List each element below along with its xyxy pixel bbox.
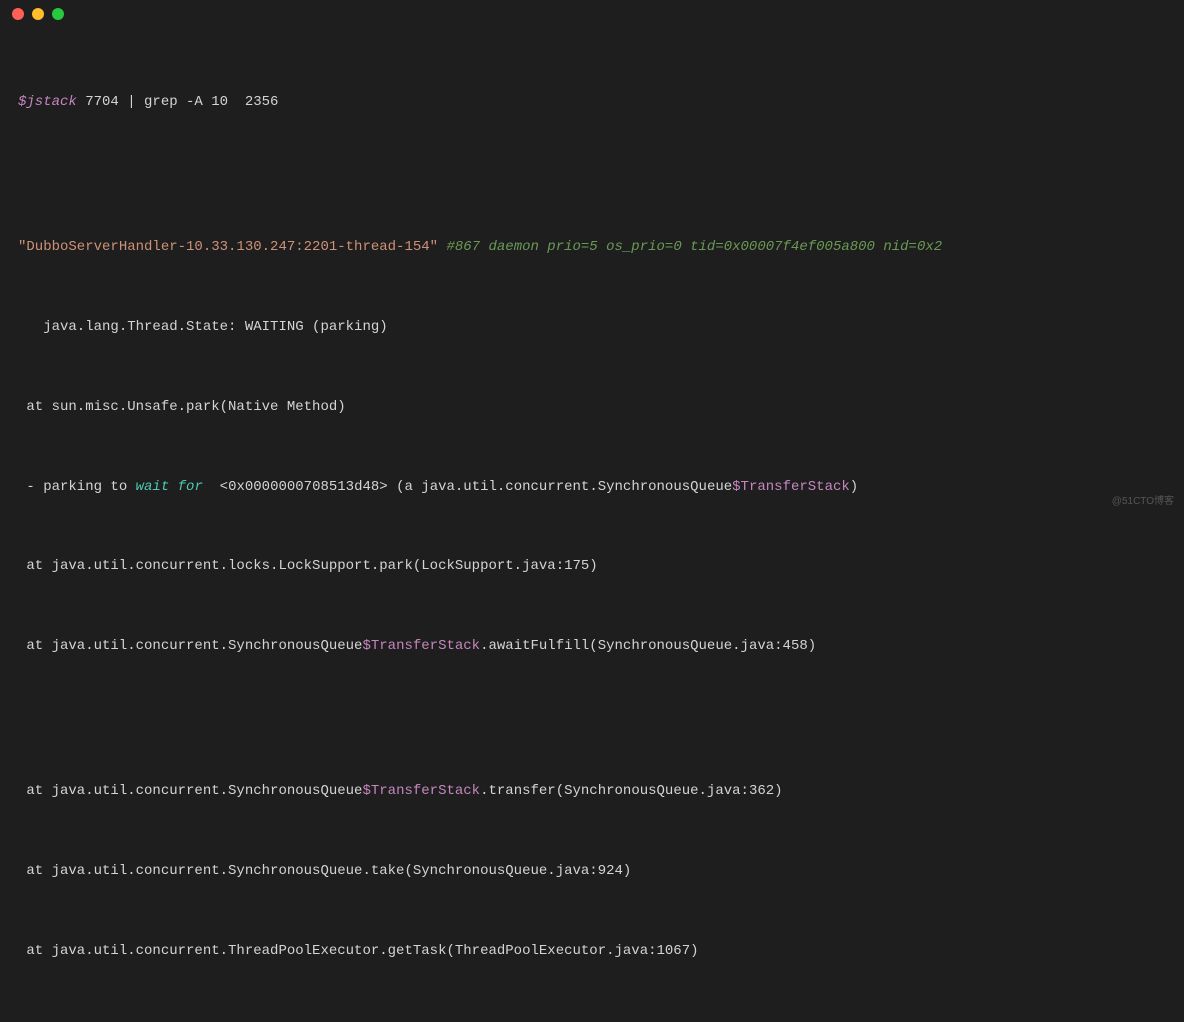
stack-line: at java.util.concurrent.SynchronousQueue… bbox=[18, 633, 1166, 660]
command-args: 7704 | grep -A 10 2356 bbox=[77, 94, 279, 110]
watermark: @51CTO博客 bbox=[1112, 492, 1174, 507]
prompt: $jstack bbox=[18, 94, 77, 110]
thread-state: java.lang.Thread.State: WAITING (parking… bbox=[18, 314, 1166, 341]
stack-line: at java.util.concurrent.ThreadPoolExecut… bbox=[18, 938, 1166, 965]
maximize-icon[interactable] bbox=[52, 8, 64, 20]
stack-line: at java.util.concurrent.SynchronousQueue… bbox=[18, 778, 1166, 805]
stack-line: at java.util.concurrent.locks.LockSuppor… bbox=[18, 553, 1166, 580]
terminal-output[interactable]: $jstack 7704 | grep -A 10 2356 "DubboSer… bbox=[0, 28, 1184, 1022]
terminal-window: $jstack 7704 | grep -A 10 2356 "DubboSer… bbox=[0, 0, 1184, 511]
blank-line bbox=[18, 713, 1166, 725]
stack-line: - parking to wait for <0x0000000708513d4… bbox=[18, 474, 1166, 501]
titlebar bbox=[0, 0, 1184, 28]
stack-line: at java.util.concurrent.ThreadPoolExecut… bbox=[18, 1017, 1166, 1022]
command-line: $jstack 7704 | grep -A 10 2356 bbox=[18, 89, 1166, 116]
close-icon[interactable] bbox=[12, 8, 24, 20]
thread-meta: #867 daemon prio=5 os_prio=0 tid=0x00007… bbox=[438, 239, 942, 255]
thread-name: "DubboServerHandler-10.33.130.247:2201-t… bbox=[18, 239, 438, 255]
stack-line: at sun.misc.Unsafe.park(Native Method) bbox=[18, 394, 1166, 421]
thread-header: "DubboServerHandler-10.33.130.247:2201-t… bbox=[18, 234, 1166, 261]
stack-line: at java.util.concurrent.SynchronousQueue… bbox=[18, 858, 1166, 885]
blank-line bbox=[18, 169, 1166, 181]
minimize-icon[interactable] bbox=[32, 8, 44, 20]
